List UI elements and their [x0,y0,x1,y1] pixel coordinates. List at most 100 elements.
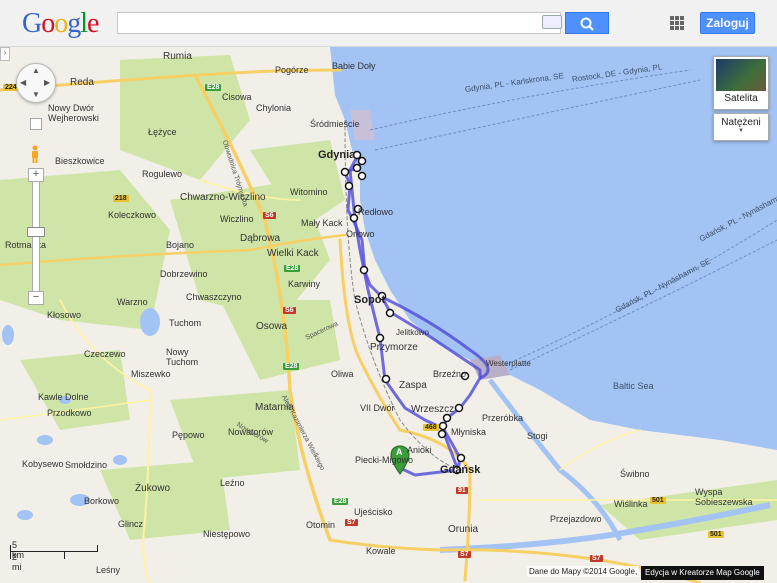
search-input[interactable] [117,12,561,34]
road-shield: 501 [708,531,724,538]
place-label: Młyniska [451,427,487,437]
place-label: Mały Kack [301,218,343,228]
place-label: Świbno [620,469,650,479]
logo-letter: o [41,8,55,39]
login-button[interactable]: Zaloguj [700,12,755,34]
pan-right-icon[interactable]: ▶ [44,78,50,87]
place-label: Rumia [163,51,192,62]
place-label: Nowy Tuchom [166,347,199,367]
place-label: Czeczewo [84,349,126,359]
place-label: Borkowo [84,496,120,506]
place-label: Piecki-Migowo [355,455,414,465]
road-shield: E28 [284,265,301,272]
panel-toggle[interactable]: › [0,47,10,61]
place-label: Wiczlino [220,214,254,224]
place-label: Pogórze [275,65,309,75]
satellite-toggle[interactable]: Satelita [713,56,769,110]
place-label: Reda [70,77,94,88]
place-label: Chylonia [256,103,292,113]
place-label: Kobysewo [22,459,64,469]
place-label: Stogi [527,431,548,441]
place-label: Anioki [407,445,432,455]
road-shield: E28 [205,84,222,91]
place-label: Leźno [220,478,245,488]
place-label: Wrzeszcz [411,404,455,415]
place-label: Otomin [306,520,336,530]
place-label: Orłowo [346,229,375,239]
place-label: Chwaszczyno [186,292,242,302]
road-shield: S7 [458,551,471,558]
place-label: Przejazdowo [550,514,602,524]
place-label: Wyspa Sobieszewska [695,487,753,507]
place-label: Pępowo [172,430,205,440]
scale-tick [97,545,98,552]
pan-control[interactable]: ▲ ◀ ▶ ▼ [16,63,56,103]
place-label: Ujeścisko [354,507,393,517]
google-logo[interactable]: Google [22,8,99,40]
place-label: Warzno [117,297,148,307]
place-label: Wiślinka [614,499,648,509]
traffic-label: Natężeni [721,117,761,128]
place-label: Kowale [366,546,396,556]
place-label: Śródmieście [310,119,360,129]
place-label: Cisowa [222,92,252,102]
map-attribution[interactable]: Dane do Mapy ©2014 Google, [527,566,640,577]
edit-in-mapmaker-link[interactable]: Edycja w Kreatorze Map Google [641,566,764,580]
place-label: Oliwa [331,369,354,379]
place-label: Gdynia [318,149,356,161]
map-canvas[interactable]: A Gdynia Sopot Gdańsk Rumia Reda Pogórze… [0,47,777,583]
place-label: Leśny [96,565,121,575]
place-label: Brzeźno [433,369,467,379]
pan-left-icon[interactable]: ◀ [20,78,26,87]
scale-line [10,551,98,552]
place-label: Gdańsk [440,464,481,476]
place-label: Witomino [290,187,328,197]
place-label: Dobrzewino [160,269,208,279]
place-label: Chwarzno-Wiczlino [180,192,266,203]
place-label: Sopot [354,294,386,306]
pan-up-icon[interactable]: ▲ [32,66,40,75]
place-label: Miszewko [131,369,171,379]
logo-letter: o [54,8,68,39]
place-label: VII Dwór [360,403,395,413]
satellite-label: Satelita [724,93,758,104]
road-shield: E28 [283,363,300,370]
place-label: Smołdzino [65,460,108,470]
place-label: Łężyce [148,127,177,137]
place-label: Jelitkowo [396,328,429,337]
place-label: Zaspa [399,380,427,391]
place-label: Tuchom [169,318,202,328]
road-shield: 501 [650,497,666,504]
apps-grid-icon[interactable] [670,16,684,30]
pan-down-icon[interactable]: ▼ [32,90,40,99]
place-label: Przymorze [370,342,418,353]
road-shield: 218 [113,195,129,202]
place-label: Bieszkowice [55,156,105,166]
road-shield: E28 [332,498,349,505]
keyboard-icon[interactable] [542,15,562,29]
road-shield: S7 [345,519,358,526]
place-label: Dąbrowa [240,233,281,244]
scale-tick [10,545,11,559]
zoom-slider-handle[interactable] [27,227,45,237]
place-label: Wielki Kack [267,248,319,259]
zoom-out-button[interactable]: − [28,291,44,305]
search-button[interactable] [565,12,609,34]
place-label: Kłosowo [47,310,82,320]
place-label: Orunia [448,524,479,535]
place-label: Koleczkowo [108,210,157,220]
traffic-dropdown[interactable]: Natężeni ▼ [713,113,769,141]
place-label: Glincz [118,519,144,529]
road-shield: 468 [423,424,439,431]
logo-letter: g [67,8,81,39]
top-bar: Google Zaloguj [0,0,777,47]
scale-mi: 2 mi [12,552,22,572]
place-label: Kawle Dolne [38,392,89,402]
search-icon [580,17,594,31]
zoom-in-button[interactable]: + [28,168,44,182]
road-shield: S7 [590,555,603,562]
road-shield: S6 [263,212,276,219]
rotate-icon[interactable] [30,118,42,130]
pegman-icon[interactable] [30,145,40,163]
place-label: Osowa [256,321,288,332]
